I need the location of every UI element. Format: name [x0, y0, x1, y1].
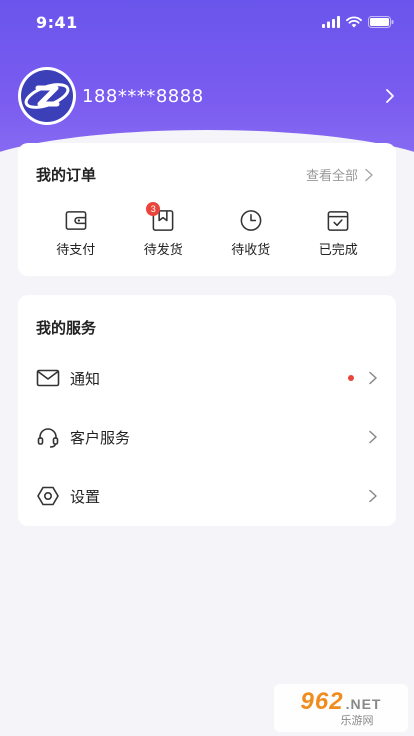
clock-icon [240, 210, 262, 231]
chevron-right-icon[interactable] [382, 88, 398, 104]
chevron-right-icon [369, 489, 377, 503]
service-item-label: 设置 [70, 487, 101, 506]
order-item-completed[interactable]: 已完成 [303, 208, 373, 258]
avatar[interactable] [18, 67, 76, 125]
chevron-right-icon [365, 168, 373, 181]
order-item-label: 已完成 [318, 243, 358, 258]
services-title: 我的服务 [36, 319, 97, 337]
order-item-pending-receipt[interactable]: 待收货 [216, 208, 286, 258]
site-watermark: 962 .NET 乐游网 [274, 684, 408, 732]
service-item-label: 通知 [70, 369, 101, 388]
battery-icon [368, 16, 394, 28]
orders-card: 我的订单 查看全部 待支付 3 待发货 待收货 已完成 [18, 143, 396, 276]
order-item-label: 待收货 [231, 243, 271, 258]
mail-icon [36, 369, 60, 387]
orders-title: 我的订单 [36, 166, 97, 184]
order-item-label: 待支付 [56, 243, 96, 258]
chevron-right-icon [369, 371, 377, 385]
view-all-label: 查看全部 [305, 169, 358, 184]
status-icons [322, 16, 394, 28]
service-item-notifications[interactable]: 通知 [18, 353, 396, 403]
service-item-settings[interactable]: 设置 [18, 471, 396, 521]
status-bar: 9:41 [0, 0, 414, 44]
view-all-orders-link[interactable]: 查看全部 [306, 165, 374, 184]
unread-dot [348, 375, 354, 381]
logo-icon [21, 70, 73, 122]
watermark-tagline: 乐游网 [340, 714, 374, 727]
signal-icon [322, 16, 340, 28]
phone-number: 188****8888 [82, 85, 204, 107]
wallet-icon [65, 211, 87, 230]
order-item-pending-payment[interactable]: 待支付 [41, 208, 111, 258]
wifi-icon [346, 16, 362, 28]
services-card: 我的服务 通知 客户服务 设置 [18, 295, 396, 526]
settings-icon [37, 486, 59, 506]
status-time: 9:41 [36, 12, 78, 32]
order-item-label: 待发货 [143, 243, 183, 258]
headset-icon [37, 428, 59, 448]
check-calendar-icon [327, 211, 349, 231]
profile-row[interactable]: 188****8888 [18, 66, 398, 126]
service-item-customer-service[interactable]: 客户服务 [18, 412, 396, 462]
service-item-label: 客户服务 [70, 428, 131, 447]
chevron-right-icon [369, 430, 377, 444]
order-item-pending-shipment[interactable]: 3 待发货 [128, 202, 198, 258]
order-status-list: 待支付 3 待发货 待收货 已完成 [18, 202, 396, 258]
